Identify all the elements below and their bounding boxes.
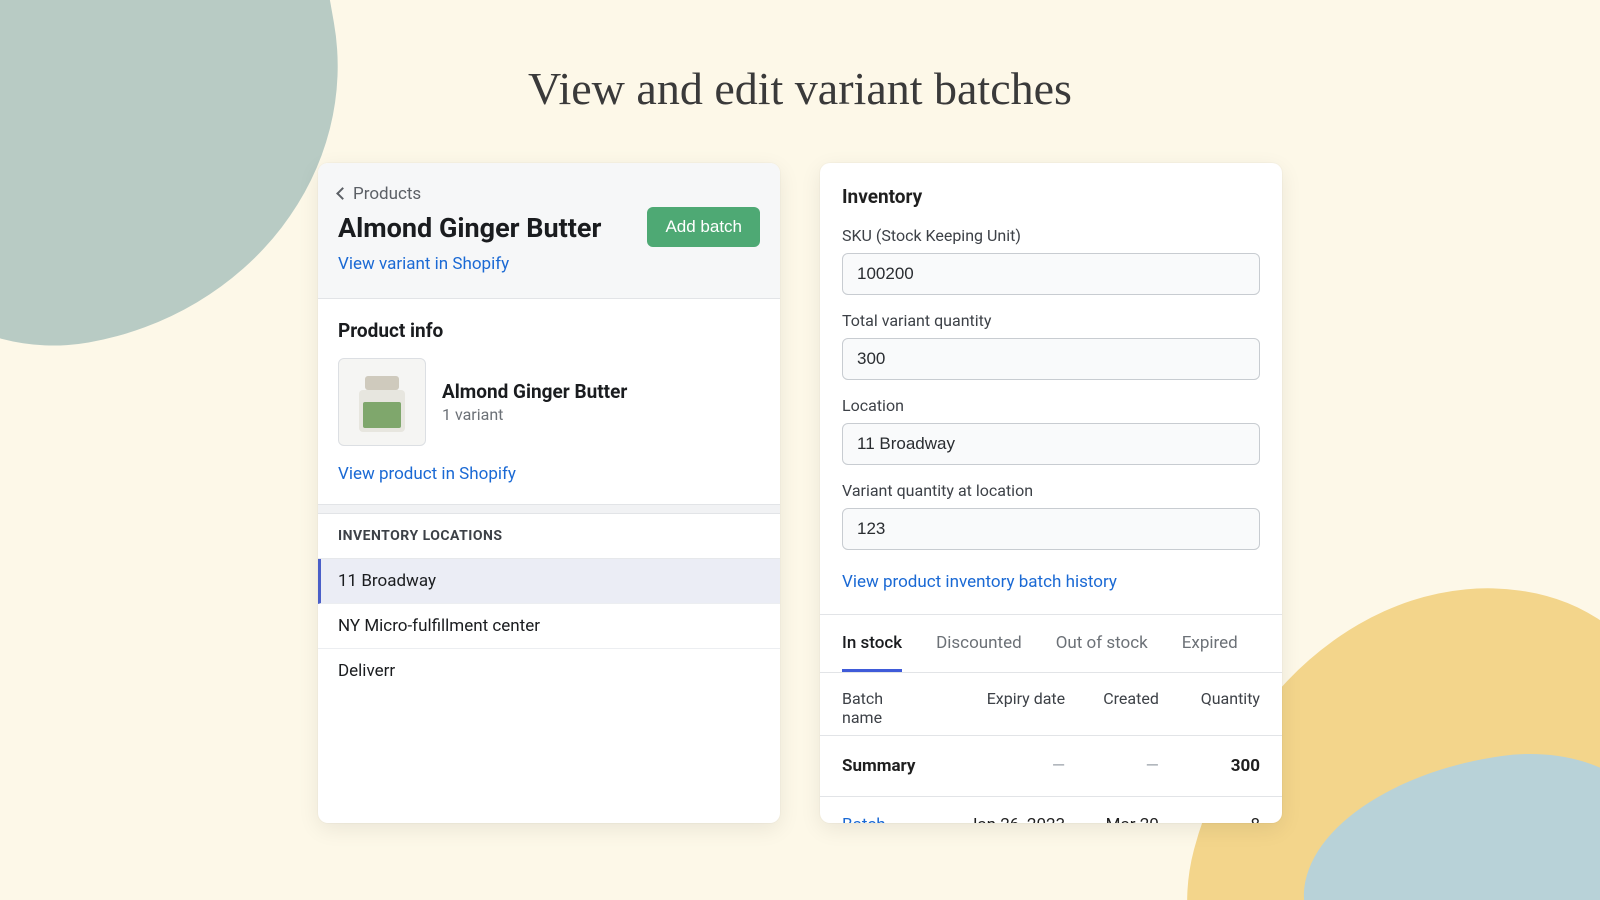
view-variant-link[interactable]: View variant in Shopify [338, 254, 509, 274]
loc-qty-label: Variant quantity at location [842, 481, 1260, 500]
tab-expired[interactable]: Expired [1182, 615, 1238, 672]
location-item-ny-micro[interactable]: NY Micro-fulfillment center [318, 604, 780, 649]
batch-row[interactable]: Batch Jan 26, 2023 Mar 20 8 [820, 797, 1282, 824]
summary-qty: 300 [1169, 736, 1282, 797]
chevron-left-icon [336, 187, 349, 200]
location-item-deliverr[interactable]: Deliverr [318, 649, 780, 693]
location-label: 11 Broadway [338, 571, 436, 591]
tab-in-stock[interactable]: In stock [842, 615, 902, 672]
batch-qty: 8 [1169, 797, 1282, 824]
inventory-locations-heading: INVENTORY LOCATIONS [318, 514, 780, 559]
batch-name-link[interactable]: Batch [842, 815, 886, 823]
summary-created: — [1075, 736, 1169, 797]
tab-out-of-stock[interactable]: Out of stock [1056, 615, 1148, 672]
inventory-heading: Inventory [842, 185, 1260, 208]
batch-history-link[interactable]: View product inventory batch history [842, 572, 1117, 592]
summary-label: Summary [820, 736, 930, 797]
batch-table: Batch name Expiry date Created Quantity … [820, 673, 1282, 823]
col-created: Created [1075, 673, 1169, 736]
sku-label: SKU (Stock Keeping Unit) [842, 226, 1260, 245]
col-quantity: Quantity [1169, 673, 1282, 736]
summary-expiry: — [930, 736, 1075, 797]
add-batch-button[interactable]: Add batch [647, 207, 760, 247]
product-name: Almond Ginger Butter [442, 380, 627, 403]
total-qty-label: Total variant quantity [842, 311, 1260, 330]
sku-input[interactable] [842, 253, 1260, 295]
total-qty-input[interactable] [842, 338, 1260, 380]
batch-expiry: Jan 26, 2023 [930, 797, 1075, 824]
breadcrumb-products[interactable]: Products [338, 184, 421, 204]
product-thumbnail [338, 358, 426, 446]
location-label: NY Micro-fulfillment center [338, 616, 540, 636]
product-variant-count: 1 variant [442, 405, 627, 424]
variant-card: Products Almond Ginger Butter View varia… [318, 163, 780, 823]
batch-tabs: In stock Discounted Out of stock Expired [820, 614, 1282, 673]
col-expiry: Expiry date [930, 673, 1075, 736]
divider [318, 504, 780, 514]
page-title: View and edit variant batches [0, 0, 1600, 115]
view-product-link[interactable]: View product in Shopify [338, 464, 760, 484]
breadcrumb-label: Products [353, 184, 421, 204]
tab-discounted[interactable]: Discounted [936, 615, 1022, 672]
col-batch-name: Batch name [820, 673, 930, 736]
location-input[interactable] [842, 423, 1260, 465]
product-info-heading: Product info [338, 319, 760, 342]
location-label: Location [842, 396, 1260, 415]
inventory-card: Inventory SKU (Stock Keeping Unit) Total… [820, 163, 1282, 823]
summary-row: Summary — — 300 [820, 736, 1282, 797]
location-label: Deliverr [338, 661, 395, 681]
batch-created: Mar 20 [1075, 797, 1169, 824]
location-item-11-broadway[interactable]: 11 Broadway [318, 559, 780, 604]
loc-qty-input[interactable] [842, 508, 1260, 550]
